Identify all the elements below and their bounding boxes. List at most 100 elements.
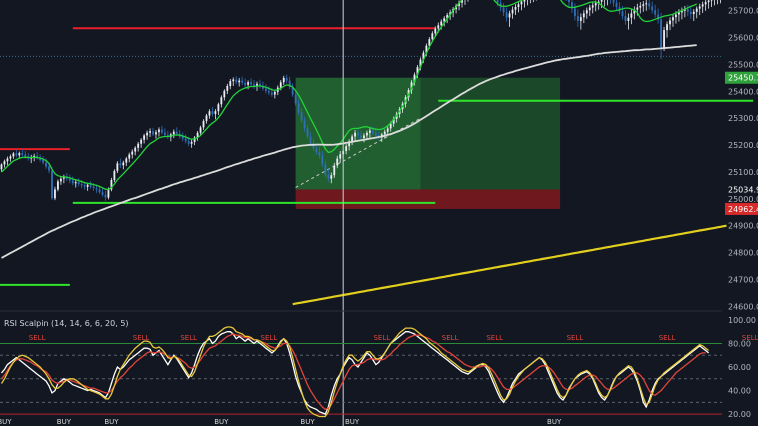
- candle-body: [520, 1, 523, 5]
- buy-signal-label: BUY: [104, 418, 119, 426]
- candle-body: [357, 132, 359, 136]
- buy-signal-label: BUY: [300, 418, 315, 426]
- candle-body: [651, 6, 654, 11]
- candle-body: [220, 97, 223, 105]
- oscillator-tick-label: 60.00: [728, 363, 751, 372]
- candle-body: [265, 88, 267, 91]
- price-tick-label: 25000.0: [728, 195, 758, 204]
- candle-body: [202, 120, 205, 128]
- candle-body: [675, 14, 677, 18]
- sell-signal-label: SELL: [180, 334, 197, 342]
- candle-body: [18, 153, 21, 156]
- price-tick-label: 25100.0: [728, 168, 758, 177]
- stop-zone[interactable]: [295, 189, 561, 209]
- candle-body: [119, 163, 122, 166]
- candle-body: [270, 92, 273, 95]
- candle-body: [238, 80, 241, 83]
- price-tick-label: 24900.0: [728, 222, 758, 231]
- candle-body: [143, 135, 146, 140]
- candle-body: [146, 132, 148, 136]
- candle-body: [223, 90, 226, 98]
- price-tick-label: 25600.0: [728, 34, 758, 43]
- price-tag-label: 25034.9: [728, 185, 758, 194]
- candle-body: [250, 82, 252, 85]
- candle-body: [57, 181, 59, 190]
- candle-body: [330, 175, 333, 179]
- candle-body: [324, 164, 327, 175]
- candle-body: [101, 192, 104, 195]
- candle-body: [366, 132, 368, 136]
- candle-body: [695, 8, 698, 12]
- candle-body: [155, 132, 157, 135]
- candle-body: [636, 7, 639, 10]
- trading-chart[interactable]: RSI Scalpin (14, 14, 6, 6, 20, 5) SELL SE…: [0, 0, 758, 426]
- candle-body: [333, 165, 336, 176]
- candle-body: [698, 6, 701, 9]
- candle-body: [149, 131, 151, 133]
- candle-body: [163, 132, 166, 135]
- price-tick-label: 24600.0: [728, 302, 758, 311]
- candle-body: [306, 128, 309, 137]
- candle-body: [612, 0, 615, 3]
- candle-body: [594, 3, 597, 6]
- candle-body: [77, 182, 80, 185]
- candle-body: [45, 162, 47, 167]
- candle-body: [660, 19, 663, 49]
- candle-body: [321, 155, 324, 165]
- price-tick-label: 25700.0: [728, 7, 758, 16]
- candle-body: [707, 0, 710, 3]
- price-tick-label: 24700.0: [728, 275, 758, 284]
- candle-body: [345, 146, 348, 152]
- sell-signal-label: SELL: [373, 334, 390, 342]
- candle-body: [175, 131, 178, 134]
- candle-body: [92, 186, 95, 189]
- candle-body: [42, 159, 45, 163]
- candle-body: [585, 10, 588, 14]
- position-zone[interactable]: [295, 77, 561, 209]
- candle-body: [440, 21, 443, 26]
- oscillator-tick-label: 20.00: [728, 410, 751, 419]
- candle-body: [645, 3, 648, 5]
- candle-body: [502, 7, 505, 13]
- candle-body: [190, 141, 193, 144]
- buy-signal-label: BUY: [345, 418, 360, 426]
- candle-body: [152, 131, 154, 135]
- sell-signal-label: SELL: [486, 334, 503, 342]
- candle-body: [232, 79, 235, 82]
- candle-body: [158, 129, 160, 133]
- candle-body: [279, 82, 282, 88]
- candle-body: [122, 162, 125, 166]
- sell-signal-label: SELL: [659, 334, 676, 342]
- candle-body: [327, 174, 330, 179]
- candle-body: [523, 0, 526, 2]
- buy-signal-label: BUY: [547, 418, 562, 426]
- candle-body: [621, 11, 624, 17]
- candle-body: [125, 158, 128, 163]
- candle-body: [199, 127, 202, 133]
- candle-body: [371, 130, 374, 134]
- candle-body: [211, 111, 214, 114]
- candle-body: [134, 147, 137, 152]
- candle-body: [672, 17, 674, 21]
- candle-body: [116, 163, 119, 171]
- oscillator-tick-label: 100.00: [728, 316, 756, 325]
- candle-body: [294, 94, 297, 104]
- candle-body: [642, 4, 645, 6]
- candle-body: [383, 131, 386, 135]
- candle-body: [71, 180, 74, 184]
- candle-body: [68, 178, 71, 181]
- candle-body: [208, 111, 211, 116]
- candle-body: [630, 13, 633, 18]
- candle-body: [297, 103, 300, 113]
- candle-body: [582, 13, 585, 18]
- price-tick-label: 25400.0: [728, 87, 758, 96]
- candle-body: [273, 91, 276, 95]
- candle-body: [95, 188, 98, 190]
- candle-body: [226, 85, 229, 91]
- candle-body: [241, 80, 244, 83]
- candle-body: [140, 139, 143, 144]
- candle-body: [386, 128, 389, 132]
- candle-body: [21, 153, 24, 155]
- candle-body: [574, 8, 576, 17]
- candle-body: [669, 20, 671, 25]
